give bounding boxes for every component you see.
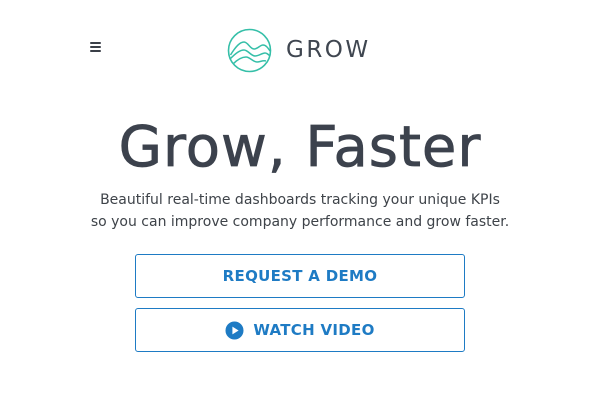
grow-logo[interactable]: GROW [227, 27, 371, 73]
watch-video-button[interactable]: WATCH VIDEO [135, 308, 465, 352]
menu-icon-bar [90, 46, 101, 48]
menu-icon-bar [90, 42, 101, 44]
request-demo-button[interactable]: REQUEST A DEMO [135, 254, 465, 298]
logo-text: GROW [286, 37, 371, 63]
mountain-circle-logo-icon [227, 28, 272, 73]
hero-subtext: Beautiful real-time dashboards tracking … [90, 192, 510, 230]
watch-video-label: WATCH VIDEO [253, 321, 375, 339]
request-demo-label: REQUEST A DEMO [222, 267, 378, 285]
landing-page: GROW Grow, Faster Beautiful real-time da… [0, 0, 600, 400]
menu-icon-bar [90, 50, 101, 52]
hamburger-menu-button[interactable] [89, 41, 103, 55]
hero-headline: Grow, Faster [118, 115, 482, 181]
play-circle-icon [225, 321, 244, 340]
